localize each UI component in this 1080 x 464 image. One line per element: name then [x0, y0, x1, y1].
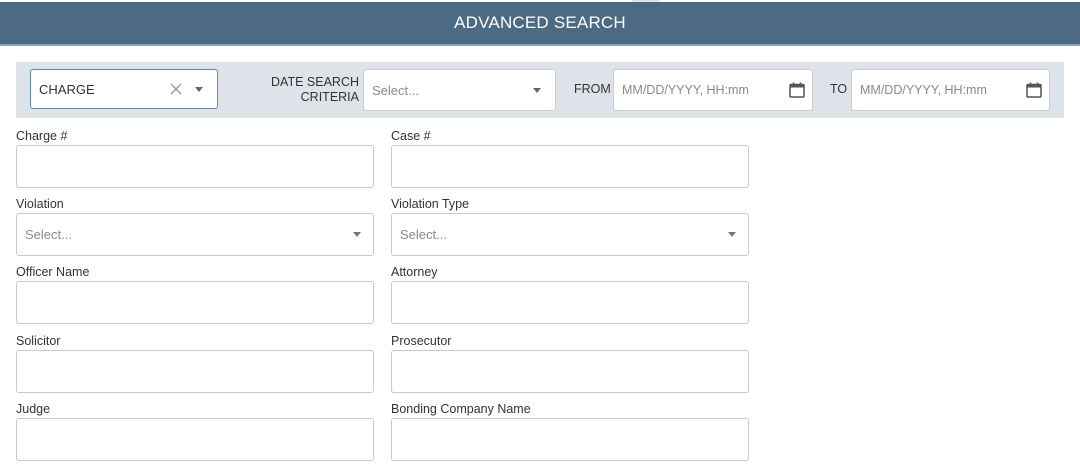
violation-label: Violation	[16, 197, 64, 211]
date-search-criteria-placeholder: Select...	[372, 82, 419, 98]
prosecutor-input[interactable]	[391, 350, 749, 393]
chevron-down-icon[interactable]	[195, 86, 203, 92]
violation-placeholder: Select...	[25, 227, 72, 242]
judge-label: Judge	[16, 402, 51, 416]
close-icon[interactable]	[169, 82, 183, 96]
to-label: TO	[830, 82, 848, 96]
case-number-input[interactable]	[391, 145, 749, 188]
chevron-down-icon[interactable]	[533, 87, 541, 93]
officer-name-input[interactable]	[16, 281, 374, 324]
search-type-value: CHARGE	[39, 81, 95, 97]
from-label: FROM	[574, 82, 611, 96]
calendar-icon[interactable]	[788, 81, 806, 99]
to-date-placeholder: MM/DD/YYYY, HH:mm	[860, 83, 987, 97]
from-date-input[interactable]: MM/DD/YYYY, HH:mm	[613, 69, 813, 111]
violation-type-placeholder: Select...	[400, 227, 447, 242]
calendar-icon[interactable]	[1025, 81, 1043, 99]
solicitor-label: Solicitor	[16, 334, 61, 348]
attorney-input[interactable]	[391, 281, 749, 324]
page-header: ADVANCED SEARCH	[0, 2, 1080, 46]
bonding-company-name-input[interactable]	[391, 418, 749, 461]
date-search-criteria-label: DATE SEARCH CRITERIA	[271, 75, 359, 104]
officer-name-label: Officer Name	[16, 265, 90, 279]
charge-number-input[interactable]	[16, 145, 374, 188]
attorney-label: Attorney	[391, 265, 438, 279]
prosecutor-label: Prosecutor	[391, 334, 452, 348]
violation-type-select[interactable]: Select...	[391, 213, 749, 256]
page-title: ADVANCED SEARCH	[454, 13, 626, 32]
chevron-down-icon[interactable]	[353, 232, 361, 237]
search-criteria-bar: CHARGE DATE SEARCH CRITERIA Select... FR…	[16, 62, 1064, 118]
search-type-select[interactable]: CHARGE	[30, 69, 218, 109]
bonding-company-name-label: Bonding Company Name	[391, 402, 531, 416]
violation-type-label: Violation Type	[391, 197, 470, 211]
charge-number-label: Charge #	[16, 129, 68, 143]
from-date-placeholder: MM/DD/YYYY, HH:mm	[622, 83, 749, 97]
judge-input[interactable]	[16, 418, 374, 461]
violation-select[interactable]: Select...	[16, 213, 374, 256]
chevron-down-icon[interactable]	[728, 232, 736, 237]
case-number-label: Case #	[391, 129, 431, 143]
to-date-input[interactable]: MM/DD/YYYY, HH:mm	[851, 69, 1050, 111]
solicitor-input[interactable]	[16, 350, 374, 393]
date-search-criteria-select[interactable]: Select...	[363, 69, 556, 111]
